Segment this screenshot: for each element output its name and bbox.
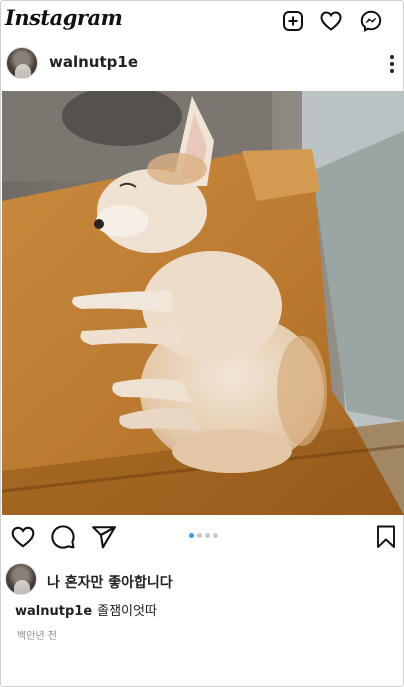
- liker-avatar[interactable]: [5, 563, 37, 595]
- instagram-logo[interactable]: Instagram: [5, 5, 123, 30]
- messenger-icon[interactable]: [359, 9, 383, 33]
- carousel-dot-active: [189, 533, 194, 538]
- share-icon[interactable]: [91, 524, 117, 550]
- post-photo[interactable]: [2, 91, 404, 515]
- caption-text: 졸잼이엇따: [97, 604, 157, 619]
- post-card: Instagram walnutp1e 나 혼자만 좋아합니다 walnutp1…: [0, 0, 404, 687]
- post-timestamp: 백만년 전: [17, 631, 57, 642]
- avatar[interactable]: [6, 47, 38, 79]
- caption: walnutp1e 졸잼이엇따: [15, 600, 157, 619]
- activity-heart-icon[interactable]: [319, 9, 343, 33]
- post-actions: [1, 519, 404, 555]
- new-post-icon[interactable]: [281, 9, 305, 33]
- liked-by-text[interactable]: 나 혼자만 좋아합니다: [47, 572, 173, 592]
- save-bookmark-icon[interactable]: [373, 524, 397, 550]
- comment-icon[interactable]: [50, 524, 76, 550]
- liked-by-row: 나 혼자만 좋아합니다: [1, 563, 404, 597]
- carousel-dot: [205, 533, 210, 538]
- more-options-icon[interactable]: [387, 53, 397, 75]
- carousel-indicator: [189, 533, 221, 539]
- carousel-dot: [213, 533, 218, 538]
- dog-photo-illustration: [2, 91, 404, 515]
- post-username[interactable]: walnutp1e: [49, 53, 138, 71]
- post-header: walnutp1e: [1, 43, 404, 85]
- top-bar: Instagram: [1, 1, 404, 41]
- carousel-dot: [197, 533, 202, 538]
- caption-username[interactable]: walnutp1e: [15, 604, 92, 619]
- like-heart-icon[interactable]: [10, 524, 36, 550]
